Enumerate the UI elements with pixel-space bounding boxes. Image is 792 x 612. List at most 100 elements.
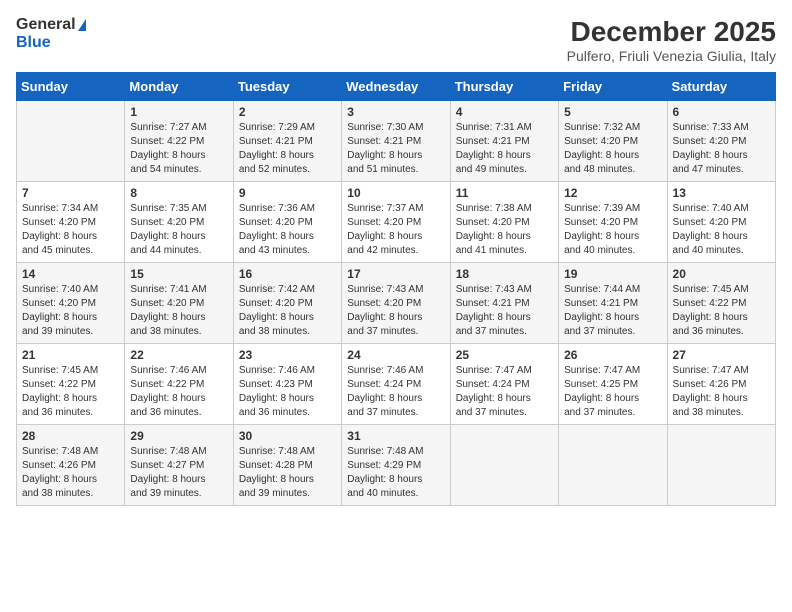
- calendar-cell: 22 Sunrise: 7:46 AM Sunset: 4:22 PM Dayli…: [125, 344, 233, 425]
- header-day-sunday: Sunday: [17, 73, 125, 101]
- calendar-cell: 2 Sunrise: 7:29 AM Sunset: 4:21 PM Daylig…: [233, 101, 341, 182]
- calendar-cell: 13 Sunrise: 7:40 AM Sunset: 4:20 PM Dayli…: [667, 182, 775, 263]
- calendar-cell: 1 Sunrise: 7:27 AM Sunset: 4:22 PM Daylig…: [125, 101, 233, 182]
- calendar-cell: 21Sunrise: 7:45 AM Sunset: 4:22 PM Dayli…: [17, 344, 125, 425]
- week-row-2: 14 Sunrise: 7:40 AM Sunset: 4:20 PM Dayli…: [17, 263, 776, 344]
- day-number: 28: [22, 429, 119, 443]
- day-info: Sunrise: 7:39 AM Sunset: 4:20 PM Dayligh…: [564, 202, 661, 258]
- day-number: 14: [22, 267, 119, 281]
- day-number: 26: [564, 348, 661, 362]
- calendar-cell: 30Sunrise: 7:48 AM Sunset: 4:28 PM Dayli…: [233, 425, 341, 506]
- day-number: 24: [347, 348, 444, 362]
- day-number: 9: [239, 186, 336, 200]
- calendar-cell: 17 Sunrise: 7:43 AM Sunset: 4:20 PM Dayli…: [342, 263, 450, 344]
- day-info: Sunrise: 7:27 AM Sunset: 4:22 PM Dayligh…: [130, 121, 227, 177]
- header-day-thursday: Thursday: [450, 73, 558, 101]
- day-number: 7: [22, 186, 119, 200]
- day-info: Sunrise: 7:44 AM Sunset: 4:21 PM Dayligh…: [564, 283, 661, 339]
- calendar-cell: 7 Sunrise: 7:34 AM Sunset: 4:20 PM Daylig…: [17, 182, 125, 263]
- day-number: 15: [130, 267, 227, 281]
- day-number: 29: [130, 429, 227, 443]
- header-day-friday: Friday: [559, 73, 667, 101]
- day-number: 17: [347, 267, 444, 281]
- day-info: Sunrise: 7:43 AM Sunset: 4:21 PM Dayligh…: [456, 283, 553, 339]
- day-info: Sunrise: 7:46 AM Sunset: 4:22 PM Dayligh…: [130, 364, 227, 420]
- calendar-cell: 26 Sunrise: 7:47 AM Sunset: 4:25 PM Dayli…: [559, 344, 667, 425]
- calendar-cell: 29 Sunrise: 7:48 AM Sunset: 4:27 PM Dayli…: [125, 425, 233, 506]
- week-row-1: 7 Sunrise: 7:34 AM Sunset: 4:20 PM Daylig…: [17, 182, 776, 263]
- day-number: 13: [673, 186, 770, 200]
- day-info: Sunrise: 7:46 AM Sunset: 4:23 PM Dayligh…: [239, 364, 336, 420]
- day-number: 6: [673, 105, 770, 119]
- day-number: 23: [239, 348, 336, 362]
- day-number: 25: [456, 348, 553, 362]
- day-info: Sunrise: 7:45 AM Sunset: 4:22 PM Dayligh…: [673, 283, 770, 339]
- header-day-wednesday: Wednesday: [342, 73, 450, 101]
- day-number: 2: [239, 105, 336, 119]
- calendar-cell: 5Sunrise: 7:32 AM Sunset: 4:20 PM Daylig…: [559, 101, 667, 182]
- header-day-tuesday: Tuesday: [233, 73, 341, 101]
- header-day-monday: Monday: [125, 73, 233, 101]
- calendar-cell: 14 Sunrise: 7:40 AM Sunset: 4:20 PM Dayli…: [17, 263, 125, 344]
- day-info: Sunrise: 7:47 AM Sunset: 4:24 PM Dayligh…: [456, 364, 553, 420]
- calendar-cell: 27 Sunrise: 7:47 AM Sunset: 4:26 PM Dayli…: [667, 344, 775, 425]
- day-info: Sunrise: 7:38 AM Sunset: 4:20 PM Dayligh…: [456, 202, 553, 258]
- day-number: 30: [239, 429, 336, 443]
- calendar-cell: 4Sunrise: 7:31 AM Sunset: 4:21 PM Daylig…: [450, 101, 558, 182]
- day-info: Sunrise: 7:43 AM Sunset: 4:20 PM Dayligh…: [347, 283, 444, 339]
- day-number: 27: [673, 348, 770, 362]
- day-info: Sunrise: 7:34 AM Sunset: 4:20 PM Dayligh…: [22, 202, 119, 258]
- day-info: Sunrise: 7:40 AM Sunset: 4:20 PM Dayligh…: [673, 202, 770, 258]
- calendar-cell: 12Sunrise: 7:39 AM Sunset: 4:20 PM Dayli…: [559, 182, 667, 263]
- calendar-cell: 28 Sunrise: 7:48 AM Sunset: 4:26 PM Dayli…: [17, 425, 125, 506]
- day-info: Sunrise: 7:29 AM Sunset: 4:21 PM Dayligh…: [239, 121, 336, 177]
- calendar-cell: 23 Sunrise: 7:46 AM Sunset: 4:23 PM Dayli…: [233, 344, 341, 425]
- calendar-table: SundayMondayTuesdayWednesdayThursdayFrid…: [16, 72, 776, 506]
- day-number: 4: [456, 105, 553, 119]
- calendar-cell: 10Sunrise: 7:37 AM Sunset: 4:20 PM Dayli…: [342, 182, 450, 263]
- day-number: 8: [130, 186, 227, 200]
- calendar-cell: 8 Sunrise: 7:35 AM Sunset: 4:20 PM Daylig…: [125, 182, 233, 263]
- calendar-cell: 19 Sunrise: 7:44 AM Sunset: 4:21 PM Dayli…: [559, 263, 667, 344]
- header-day-saturday: Saturday: [667, 73, 775, 101]
- month-title: December 2025: [567, 16, 776, 48]
- calendar-cell: 20 Sunrise: 7:45 AM Sunset: 4:22 PM Dayli…: [667, 263, 775, 344]
- day-info: Sunrise: 7:48 AM Sunset: 4:29 PM Dayligh…: [347, 445, 444, 501]
- week-row-3: 21Sunrise: 7:45 AM Sunset: 4:22 PM Dayli…: [17, 344, 776, 425]
- day-info: Sunrise: 7:45 AM Sunset: 4:22 PM Dayligh…: [22, 364, 119, 420]
- day-info: Sunrise: 7:48 AM Sunset: 4:27 PM Dayligh…: [130, 445, 227, 501]
- calendar-cell: 15 Sunrise: 7:41 AM Sunset: 4:20 PM Dayli…: [125, 263, 233, 344]
- day-number: 1: [130, 105, 227, 119]
- day-number: 5: [564, 105, 661, 119]
- logo: General Blue: [16, 16, 86, 51]
- calendar-cell: [17, 101, 125, 182]
- header-row: SundayMondayTuesdayWednesdayThursdayFrid…: [17, 73, 776, 101]
- day-number: 22: [130, 348, 227, 362]
- day-info: Sunrise: 7:37 AM Sunset: 4:20 PM Dayligh…: [347, 202, 444, 258]
- calendar-cell: [667, 425, 775, 506]
- day-info: Sunrise: 7:47 AM Sunset: 4:25 PM Dayligh…: [564, 364, 661, 420]
- calendar-cell: 16 Sunrise: 7:42 AM Sunset: 4:20 PM Dayli…: [233, 263, 341, 344]
- day-info: Sunrise: 7:47 AM Sunset: 4:26 PM Dayligh…: [673, 364, 770, 420]
- calendar-cell: 24 Sunrise: 7:46 AM Sunset: 4:24 PM Dayli…: [342, 344, 450, 425]
- day-info: Sunrise: 7:41 AM Sunset: 4:20 PM Dayligh…: [130, 283, 227, 339]
- location-subtitle: Pulfero, Friuli Venezia Giulia, Italy: [567, 48, 776, 64]
- day-info: Sunrise: 7:36 AM Sunset: 4:20 PM Dayligh…: [239, 202, 336, 258]
- calendar-cell: [450, 425, 558, 506]
- day-info: Sunrise: 7:48 AM Sunset: 4:26 PM Dayligh…: [22, 445, 119, 501]
- day-info: Sunrise: 7:33 AM Sunset: 4:20 PM Dayligh…: [673, 121, 770, 177]
- day-number: 3: [347, 105, 444, 119]
- day-number: 19: [564, 267, 661, 281]
- day-info: Sunrise: 7:42 AM Sunset: 4:20 PM Dayligh…: [239, 283, 336, 339]
- calendar-cell: 18 Sunrise: 7:43 AM Sunset: 4:21 PM Dayli…: [450, 263, 558, 344]
- day-info: Sunrise: 7:46 AM Sunset: 4:24 PM Dayligh…: [347, 364, 444, 420]
- day-info: Sunrise: 7:40 AM Sunset: 4:20 PM Dayligh…: [22, 283, 119, 339]
- day-info: Sunrise: 7:35 AM Sunset: 4:20 PM Dayligh…: [130, 202, 227, 258]
- day-number: 20: [673, 267, 770, 281]
- calendar-cell: [559, 425, 667, 506]
- day-number: 16: [239, 267, 336, 281]
- day-number: 18: [456, 267, 553, 281]
- page-header: General Blue December 2025 Pulfero, Friu…: [16, 16, 776, 64]
- week-row-0: 1 Sunrise: 7:27 AM Sunset: 4:22 PM Daylig…: [17, 101, 776, 182]
- calendar-cell: 9 Sunrise: 7:36 AM Sunset: 4:20 PM Daylig…: [233, 182, 341, 263]
